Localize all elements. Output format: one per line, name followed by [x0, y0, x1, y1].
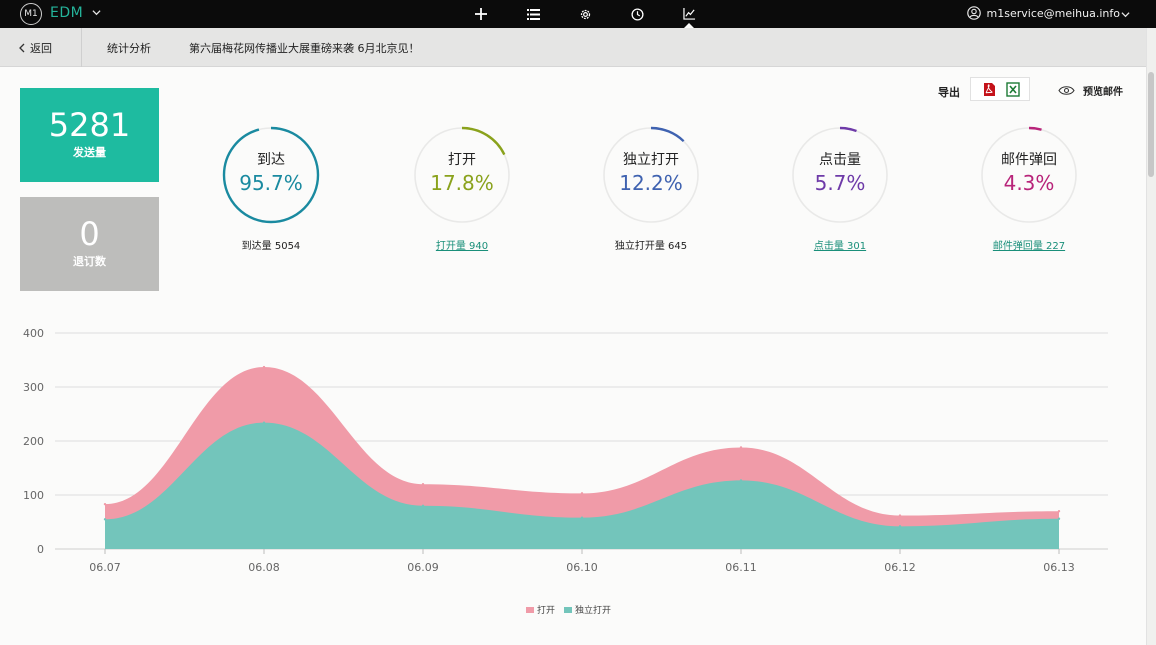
legend-swatch	[564, 606, 573, 613]
legend-swatch	[526, 606, 534, 613]
data-point[interactable]	[739, 446, 743, 449]
top-navigation-bar: M1 EDM m1service@meihua.info	[0, 0, 1156, 28]
metric-count: 到达量 5054	[241, 241, 301, 252]
scrollbar-thumb[interactable]	[1148, 72, 1154, 177]
data-point[interactable]	[1057, 517, 1061, 520]
preview-email-button[interactable]: 预览邮件	[1058, 83, 1123, 98]
x-tick-label: 06.07	[89, 561, 121, 574]
chart-legend: 打开 独立打开	[526, 603, 620, 616]
list-icon	[526, 8, 540, 20]
sent-count: 5281	[48, 106, 131, 144]
data-point[interactable]	[262, 421, 266, 424]
divider	[81, 28, 82, 67]
campaign-title: 第六届梅花网传播业大展重磅来袭 6月北京见！	[189, 42, 420, 55]
x-tick-label: 06.13	[1043, 561, 1075, 574]
x-tick-label: 06.10	[566, 561, 598, 574]
nav-list[interactable]	[507, 0, 559, 28]
metric-name: 独立打开	[623, 152, 679, 168]
pdf-icon[interactable]	[982, 82, 996, 97]
back-button[interactable]: 返回	[18, 40, 52, 56]
user-icon	[966, 6, 981, 20]
data-point[interactable]	[103, 502, 107, 506]
data-point[interactable]	[262, 365, 266, 369]
data-point[interactable]	[580, 492, 584, 495]
main-nav	[455, 0, 715, 28]
eye-icon	[1058, 86, 1075, 95]
data-point[interactable]	[739, 479, 743, 482]
data-point[interactable]	[1057, 510, 1061, 513]
metric-percent: 17.8%	[430, 171, 494, 195]
chevron-down-icon[interactable]	[1121, 10, 1130, 19]
metric-percent: 12.2%	[619, 171, 683, 195]
data-point[interactable]	[421, 504, 425, 507]
data-point[interactable]	[103, 518, 107, 521]
metric-percent: 5.7%	[814, 171, 866, 195]
tab-statistics[interactable]: 统计分析	[107, 40, 151, 56]
x-tick-label: 06.11	[725, 561, 757, 574]
gear-icon	[580, 9, 590, 19]
unsubscribe-count-card: 0 退订数	[20, 197, 159, 291]
sent-count-card: 5281 发送量	[20, 88, 159, 182]
metric-percent: 95.7%	[239, 171, 303, 195]
data-point[interactable]	[898, 525, 902, 528]
y-tick-label: 200	[23, 435, 44, 448]
unsubscribe-count: 0	[79, 215, 100, 253]
y-tick-label: 300	[23, 381, 44, 394]
user-menu[interactable]: m1service@meihua.info	[966, 6, 1120, 20]
export-buttons	[970, 77, 1030, 101]
legend-label: 打开	[537, 606, 556, 616]
data-point[interactable]	[898, 514, 902, 517]
y-tick-label: 100	[23, 489, 44, 502]
data-point[interactable]	[580, 516, 584, 519]
clock-icon	[630, 7, 644, 21]
legend-item-unique-open[interactable]: 独立打开	[564, 603, 611, 616]
chevron-down-icon[interactable]	[92, 8, 101, 17]
plus-icon	[475, 8, 487, 20]
series-area-unique-open[interactable]	[105, 422, 1059, 549]
metric-name: 到达	[257, 152, 285, 168]
metric-count-link[interactable]: 邮件弹回量 227	[960, 237, 1098, 252]
daily-open-chart: 0 100 200 300 400 06.07 06.08 06.09 06.10 06.11 06…	[23, 327, 1108, 574]
chart-icon	[682, 8, 695, 20]
nav-history[interactable]	[611, 0, 663, 28]
export-label: 导出	[938, 86, 960, 99]
nav-create[interactable]	[455, 0, 507, 28]
user-email: m1service@meihua.info	[986, 6, 1120, 20]
metric-open: 打开 17.8% 打开量 940	[413, 126, 511, 252]
chevron-left-icon	[19, 43, 25, 53]
metric-name: 点击量	[819, 152, 861, 168]
sent-label: 发送量	[73, 146, 106, 159]
x-tick-label: 06.09	[407, 561, 439, 574]
legend-label: 独立打开	[575, 606, 612, 616]
app-name[interactable]: EDM	[50, 5, 83, 21]
metric-percent: 4.3%	[1003, 171, 1055, 195]
excel-icon[interactable]	[1006, 82, 1020, 97]
metric-delivered: 到达 95.7% 到达量 5054	[222, 126, 320, 252]
nav-statistics[interactable]	[663, 0, 715, 28]
y-tick-label: 0	[37, 543, 44, 556]
metric-click: 点击量 5.7% 点击量 301	[791, 126, 889, 252]
metric-name: 打开	[448, 152, 476, 168]
back-label: 返回	[30, 42, 52, 55]
y-tick-label: 400	[23, 327, 44, 340]
x-tick-label: 06.12	[884, 561, 916, 574]
nav-settings[interactable]	[559, 0, 611, 28]
metric-unique-open: 独立打开 12.2% 独立打开量 645	[602, 126, 700, 252]
metric-count: 独立打开量 645	[614, 241, 688, 252]
unsubscribe-label: 退订数	[73, 255, 106, 268]
data-point[interactable]	[421, 483, 425, 486]
metric-count-link[interactable]: 打开量 940	[393, 237, 531, 252]
sub-header: 返回 统计分析 第六届梅花网传播业大展重磅来袭 6月北京见！	[0, 28, 1146, 67]
metric-count-link[interactable]: 点击量 301	[771, 237, 909, 252]
preview-label: 预览邮件	[1083, 87, 1123, 98]
x-tick-label: 06.08	[248, 561, 280, 574]
metric-name: 邮件弹回	[1001, 152, 1057, 168]
metric-bounce: 邮件弹回 4.3% 邮件弹回量 227	[980, 126, 1078, 252]
app-logo[interactable]: M1	[20, 3, 42, 25]
legend-item-open[interactable]: 打开	[526, 603, 555, 616]
